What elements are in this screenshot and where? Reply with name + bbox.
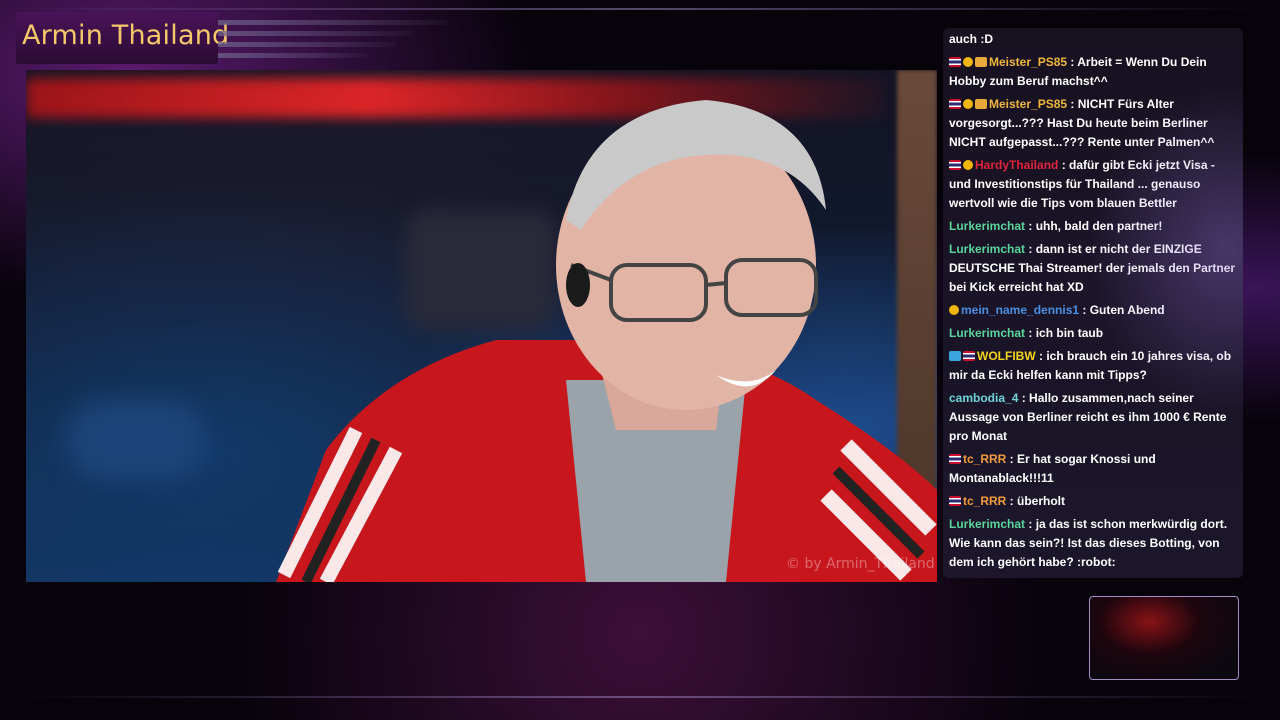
chat-message: tc_RRR : Er hat sogar Knossi und Montana…	[949, 450, 1239, 488]
og-badge-icon	[963, 99, 973, 109]
chat-message-text: : Guten Abend	[1079, 303, 1165, 317]
chat-username[interactable]: Meister_PS85	[989, 97, 1067, 111]
chat-message: tc_RRR : überholt	[949, 492, 1239, 511]
chat-message: HardyThailand : dafür gibt Ecki jetzt Vi…	[949, 156, 1239, 213]
chat-username[interactable]: tc_RRR	[963, 494, 1006, 508]
mini-preview-box	[1089, 596, 1239, 680]
flag-icon	[949, 454, 961, 464]
chat-message-list[interactable]: auch :D Meister_PS85 : Arbeit = Wenn Du D…	[949, 30, 1239, 576]
webcam-video[interactable]: © by Armin_Thailand	[26, 70, 937, 582]
chat-username[interactable]: Lurkerimchat	[949, 219, 1025, 233]
chat-message: WOLFIBW : ich brauch ein 10 jahres visa,…	[949, 347, 1239, 385]
og-badge-icon	[949, 305, 959, 315]
chat-username[interactable]: tc_RRR	[963, 452, 1006, 466]
flag-icon	[963, 351, 975, 361]
streamer-figure	[276, 100, 937, 582]
chat-message: cambodia_4 : Hallo zusammen,nach seiner …	[949, 389, 1239, 446]
chat-username[interactable]: Meister_PS85	[989, 55, 1067, 69]
chat-message: auch :D	[949, 30, 1239, 49]
chat-message: mein_name_dennis1 : Guten Abend	[949, 301, 1239, 320]
video-watermark: © by Armin_Thailand	[786, 556, 935, 572]
chat-message-text: : Arbeit = Wenn Du Dein Hobby zum Beruf …	[949, 55, 1207, 88]
chat-username[interactable]: HardyThailand	[975, 158, 1058, 172]
chat-message: Lurkerimchat : dann ist er nicht der EIN…	[949, 240, 1239, 297]
og-badge-icon	[963, 160, 973, 170]
chat-message-text: : ich bin taub	[1025, 326, 1104, 340]
chat-message: Lurkerimchat : ich bin taub	[949, 324, 1239, 343]
og-badge-icon	[963, 57, 973, 67]
chat-message: Lurkerimchat : uhh, bald den partner!	[949, 217, 1239, 236]
chat-username[interactable]: Lurkerimchat	[949, 517, 1025, 531]
sub-badge-icon	[975, 57, 987, 67]
chat-username[interactable]: WOLFIBW	[977, 349, 1036, 363]
chat-message-text: auch :D	[949, 32, 994, 46]
frame-top-line	[20, 8, 1260, 10]
vip-badge-icon	[949, 351, 961, 361]
title-decoration-bars	[218, 20, 448, 64]
flag-icon	[949, 160, 961, 170]
chat-username[interactable]: Lurkerimchat	[949, 242, 1025, 256]
chat-username[interactable]: Lurkerimchat	[949, 326, 1025, 340]
flag-icon	[949, 99, 961, 109]
sub-badge-icon	[975, 99, 987, 109]
chat-username[interactable]: mein_name_dennis1	[961, 303, 1079, 317]
chat-message: Meister_PS85 : NICHT Fürs Alter vorgesor…	[949, 95, 1239, 152]
chat-message: Meister_PS85 : Arbeit = Wenn Du Dein Hob…	[949, 53, 1239, 91]
chat-message-text: : uhh, bald den partner!	[1025, 219, 1163, 233]
chat-panel[interactable]: auch :D Meister_PS85 : Arbeit = Wenn Du D…	[943, 28, 1243, 578]
flag-icon	[949, 57, 961, 67]
stream-title: Armin Thailand	[22, 20, 230, 51]
chat-username[interactable]: cambodia_4	[949, 391, 1018, 405]
frame-bottom-line	[20, 696, 1260, 698]
flag-icon	[949, 496, 961, 506]
chat-message-text: : überholt	[1006, 494, 1066, 508]
chat-message: Lurkerimchat : ja das ist schon merkwürd…	[949, 515, 1239, 572]
